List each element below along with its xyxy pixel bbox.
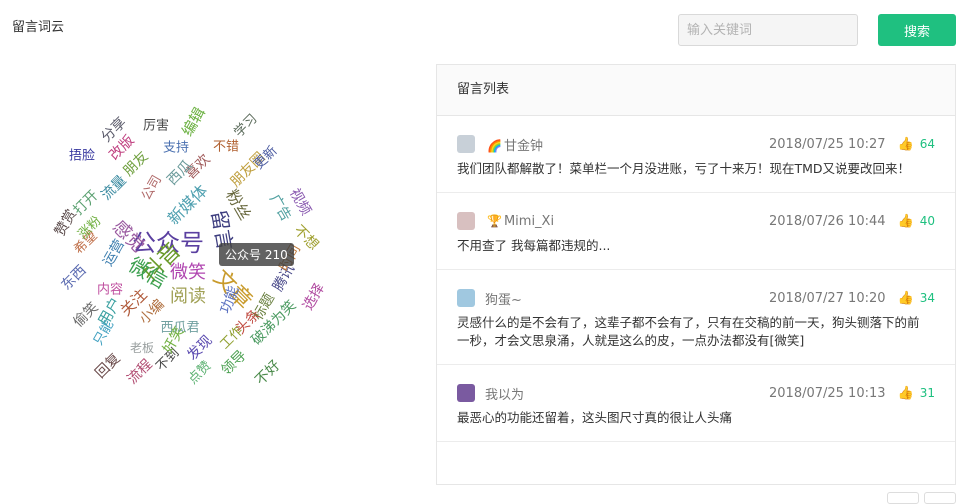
- author-name: 狗蛋~: [485, 292, 522, 308]
- like-count: 34: [919, 291, 935, 305]
- message-date: 2018/07/25 10:13: [769, 385, 886, 401]
- wordcloud-tooltip: 公众号 210: [219, 243, 294, 266]
- like-count: 64: [919, 137, 935, 151]
- wordcloud-word[interactable]: 厉害: [143, 120, 169, 133]
- wordcloud-word[interactable]: 编辑: [178, 104, 209, 139]
- message-item: 🌈 甘金钟 2018/07/25 10:27 👍 64 我们团队都解散了！菜单栏一个月没进…: [437, 116, 955, 193]
- message-content: 最恶心的功能还留着，这头图尺寸真的很让人头痛: [457, 410, 733, 425]
- wordcloud-word[interactable]: 公司: [139, 173, 165, 203]
- message-date: 2018/07/26 10:44: [769, 213, 886, 229]
- wordcloud-word[interactable]: 工作: [217, 323, 246, 352]
- wordcloud-word[interactable]: 支持: [163, 142, 189, 155]
- message-item: 🏆 Mimi_Xi 2018/07/26 10:44 👍 40 不用查了 我每篇都违规的.…: [437, 193, 955, 270]
- wordcloud-word[interactable]: 回复: [92, 350, 123, 381]
- wordcloud-word[interactable]: 微笑: [170, 264, 206, 282]
- avatar[interactable]: [457, 384, 475, 402]
- thumbs-up-icon[interactable]: 👍: [898, 214, 914, 229]
- message-content: 灵感什么的是不会有了，这辈子都不会有了，只有在交稿的前一天，狗头铡落下的前一秒，…: [457, 315, 920, 348]
- author-name: Mimi_Xi: [503, 213, 555, 229]
- message-list-panel: 留言列表 🌈 甘金钟 2018/07/25 10:27 👍 64 我们团队都解散了！菜单栏…: [436, 64, 956, 485]
- message-date: 2018/07/25 10:27: [769, 136, 886, 152]
- wordcloud-word[interactable]: 不错: [213, 141, 239, 154]
- message-list: 🌈 甘金钟 2018/07/25 10:27 👍 64 我们团队都解散了！菜单栏一个月没进…: [437, 116, 955, 442]
- wordcloud-word[interactable]: 新媒体: [164, 181, 211, 228]
- wordcloud-word[interactable]: 选择: [300, 281, 328, 313]
- wordcloud-word[interactable]: 运营: [100, 237, 128, 269]
- message-item: 我以为 2018/07/25 10:13 👍 31 最恶心的功能还留着，这头图尺寸真的很…: [437, 365, 955, 442]
- message-date: 2018/07/27 10:20: [769, 290, 886, 306]
- like-count: 40: [919, 214, 935, 228]
- author-name: 我以为: [485, 387, 525, 403]
- author-name: 甘金钟: [503, 138, 543, 154]
- wordcloud-word[interactable]: 点赞: [185, 358, 214, 387]
- avatar[interactable]: [457, 289, 475, 307]
- wordcloud-word[interactable]: 偷笑: [70, 299, 101, 330]
- pager-prev-button[interactable]: [887, 492, 919, 504]
- search-button[interactable]: 搜索: [878, 14, 956, 46]
- wordcloud-word[interactable]: 流量: [98, 172, 129, 203]
- thumbs-up-icon[interactable]: 👍: [898, 137, 914, 152]
- message-content: 不用查了 我每篇都违规的...: [457, 238, 611, 253]
- wordcloud-word[interactable]: 西瓜: [164, 157, 195, 188]
- message-list-title: 留言列表: [437, 65, 955, 116]
- pager-next-button[interactable]: [924, 492, 956, 504]
- like-count: 31: [919, 386, 935, 400]
- message-item: 狗蛋~ 2018/07/27 10:20 👍 34 灵感什么的是不会有了，这辈子都不会有…: [437, 270, 955, 365]
- search-input[interactable]: [678, 14, 858, 46]
- message-author[interactable]: 🌈 甘金钟: [485, 135, 543, 154]
- thumbs-up-icon[interactable]: 👍: [898, 291, 914, 306]
- message-author[interactable]: 我以为: [485, 384, 524, 403]
- author-emoji-icon: 🏆: [487, 213, 502, 228]
- wordcloud-word[interactable]: 学习: [231, 111, 260, 140]
- wordcloud-word[interactable]: 老板: [130, 342, 154, 354]
- page-title: 留言词云: [12, 20, 65, 35]
- avatar[interactable]: [457, 212, 475, 230]
- message-author[interactable]: 狗蛋~: [485, 289, 522, 308]
- wordcloud-word[interactable]: 不好: [252, 357, 283, 388]
- wordcloud-word[interactable]: 东西: [58, 262, 89, 293]
- thumbs-up-icon[interactable]: 👍: [898, 386, 914, 401]
- wordcloud-word[interactable]: 发现: [184, 332, 215, 363]
- avatar[interactable]: [457, 135, 475, 153]
- word-cloud[interactable]: 公众号 抖音 文章 微信 微笑 阅读 留言 感觉 新媒体 粉丝 内容 运营 关注 用户 小编 西瓜君 功能 标题头…: [0, 60, 430, 497]
- wordcloud-word[interactable]: 赞赏: [52, 207, 80, 239]
- wordcloud-word[interactable]: 捂脸: [69, 150, 95, 163]
- wordcloud-word[interactable]: 流程: [124, 356, 155, 387]
- wordcloud-word[interactable]: 领导: [218, 347, 249, 378]
- message-author[interactable]: 🏆 Mimi_Xi: [485, 214, 554, 229]
- wordcloud-word[interactable]: 阅读: [170, 288, 206, 306]
- author-emoji-icon: 🌈: [487, 138, 502, 153]
- message-content: 我们团队都解散了！菜单栏一个月没进账，亏了十来万！现在TMD又说要改回来！: [457, 161, 911, 176]
- wordcloud-word[interactable]: 只能: [91, 318, 117, 348]
